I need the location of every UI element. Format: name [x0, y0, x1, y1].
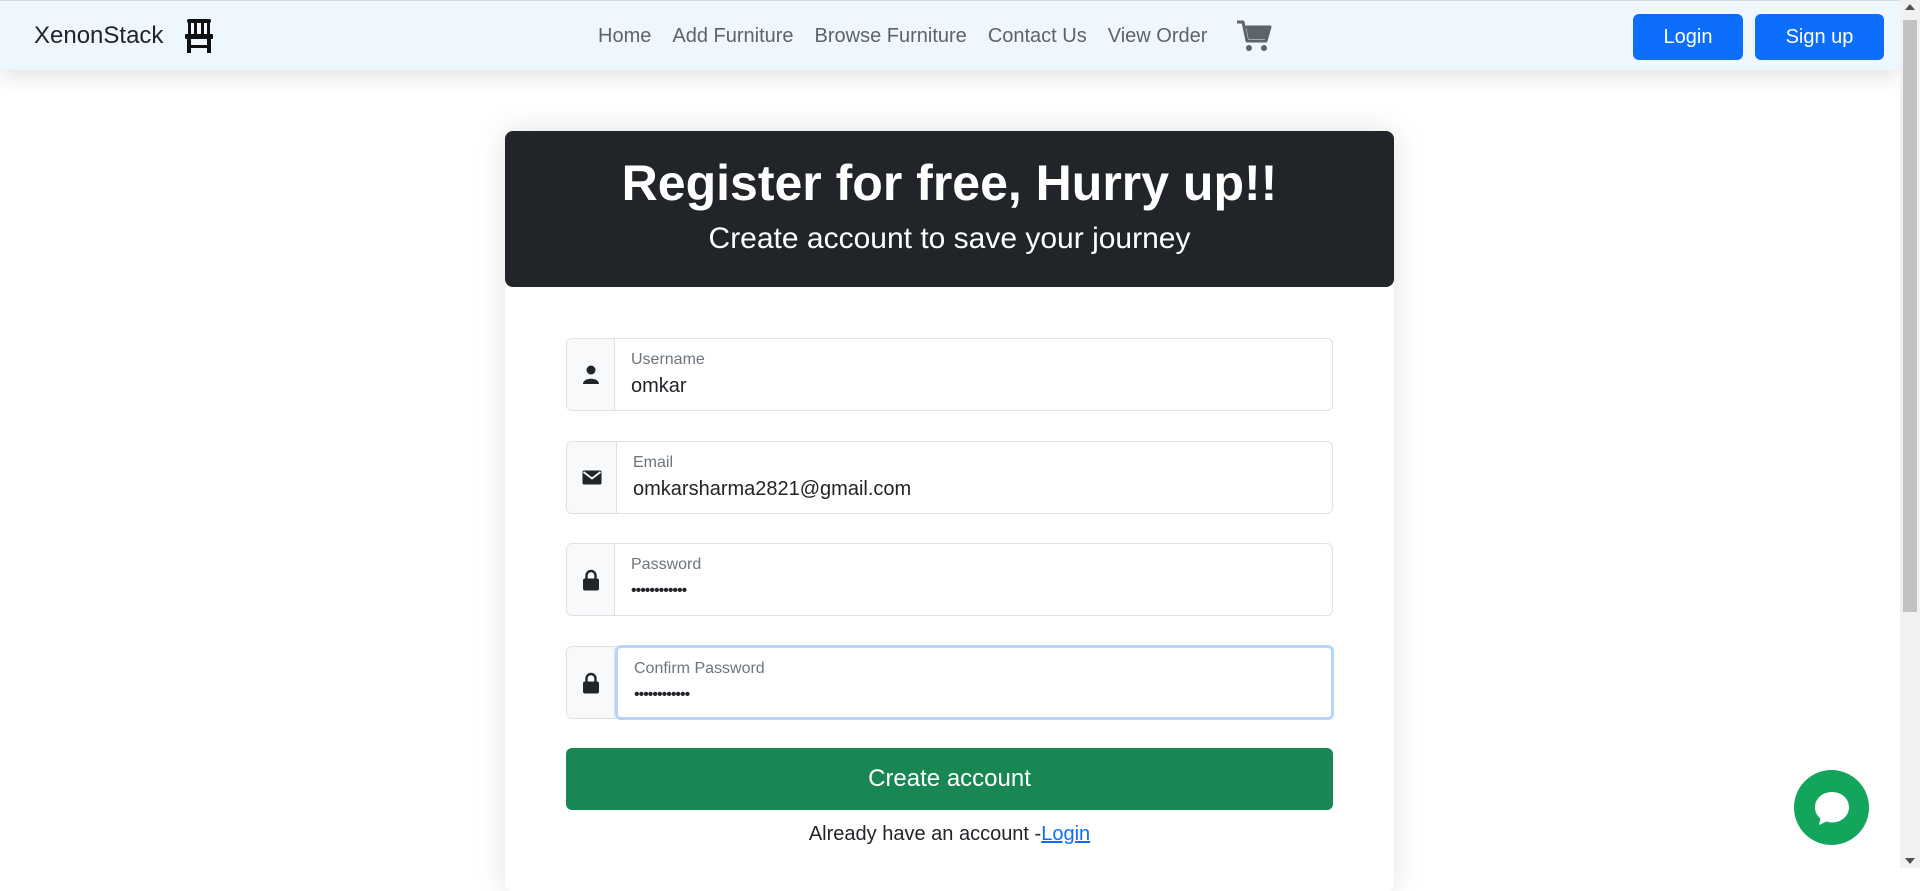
nav-links: Home Add Furniture Browse Furniture Cont…	[598, 1, 1272, 71]
scroll-up-arrow-icon[interactable]	[1905, 4, 1915, 10]
cart-icon[interactable]	[1236, 19, 1272, 53]
email-field[interactable]: Email omkarsharma2821@gmail.com	[566, 441, 1333, 514]
scroll-down-arrow-icon[interactable]	[1905, 858, 1915, 864]
brand-name[interactable]: XenonStack	[34, 22, 163, 50]
nav-link-browse-furniture[interactable]: Browse Furniture	[815, 25, 967, 48]
username-input[interactable]: Username omkar	[615, 339, 1332, 410]
email-label: Email	[633, 454, 674, 471]
password-label: Password	[631, 556, 702, 573]
username-label: Username	[631, 351, 705, 368]
signup-button[interactable]: Sign up	[1755, 14, 1884, 60]
register-card: Register for free, Hurry up!! Create acc…	[505, 131, 1394, 891]
user-icon	[567, 339, 615, 410]
chat-bubble-icon	[1814, 791, 1849, 825]
email-value[interactable]: omkarsharma2821@gmail.com	[633, 478, 911, 501]
nav-link-add-furniture[interactable]: Add Furniture	[672, 25, 793, 48]
navbar: XenonStack Home Add Furniture Browse Fur…	[0, 0, 1900, 70]
chat-button[interactable]	[1794, 770, 1869, 845]
chair-icon	[183, 17, 215, 55]
scrollbar[interactable]	[1900, 0, 1920, 868]
card-header: Register for free, Hurry up!! Create acc…	[505, 131, 1394, 287]
scrollbar-thumb[interactable]	[1903, 20, 1917, 612]
login-button[interactable]: Login	[1633, 14, 1743, 60]
confirm-password-input[interactable]: Confirm Password ••••••••••••	[615, 645, 1334, 720]
email-input[interactable]: Email omkarsharma2821@gmail.com	[617, 442, 1332, 513]
confirm-password-value[interactable]: ••••••••••••	[634, 686, 690, 704]
login-link[interactable]: Login	[1041, 823, 1090, 845]
confirm-password-label: Confirm Password	[634, 660, 765, 677]
envelope-icon	[567, 442, 617, 513]
password-value[interactable]: ••••••••••••	[631, 582, 687, 600]
nav-link-contact-us[interactable]: Contact Us	[988, 25, 1087, 48]
lock-icon	[567, 647, 615, 718]
password-input[interactable]: Password ••••••••••••	[615, 544, 1332, 615]
auth-buttons: Login Sign up	[1633, 14, 1884, 60]
confirm-password-field[interactable]: Confirm Password ••••••••••••	[566, 645, 1334, 720]
brand[interactable]: XenonStack	[34, 17, 215, 55]
card-title: Register for free, Hurry up!!	[621, 155, 1278, 211]
username-value[interactable]: omkar	[631, 375, 687, 398]
login-prompt: Already have an account -Login	[505, 823, 1394, 846]
password-field[interactable]: Password ••••••••••••	[566, 543, 1333, 616]
lock-icon	[567, 544, 615, 615]
already-text: Already have an account -	[808, 823, 1042, 845]
nav-link-view-order[interactable]: View Order	[1108, 25, 1208, 48]
card-subtitle: Create account to save your journey	[708, 222, 1191, 255]
nav-link-home[interactable]: Home	[598, 25, 651, 48]
create-account-button[interactable]: Create account	[566, 748, 1333, 810]
username-field[interactable]: Username omkar	[566, 338, 1333, 411]
